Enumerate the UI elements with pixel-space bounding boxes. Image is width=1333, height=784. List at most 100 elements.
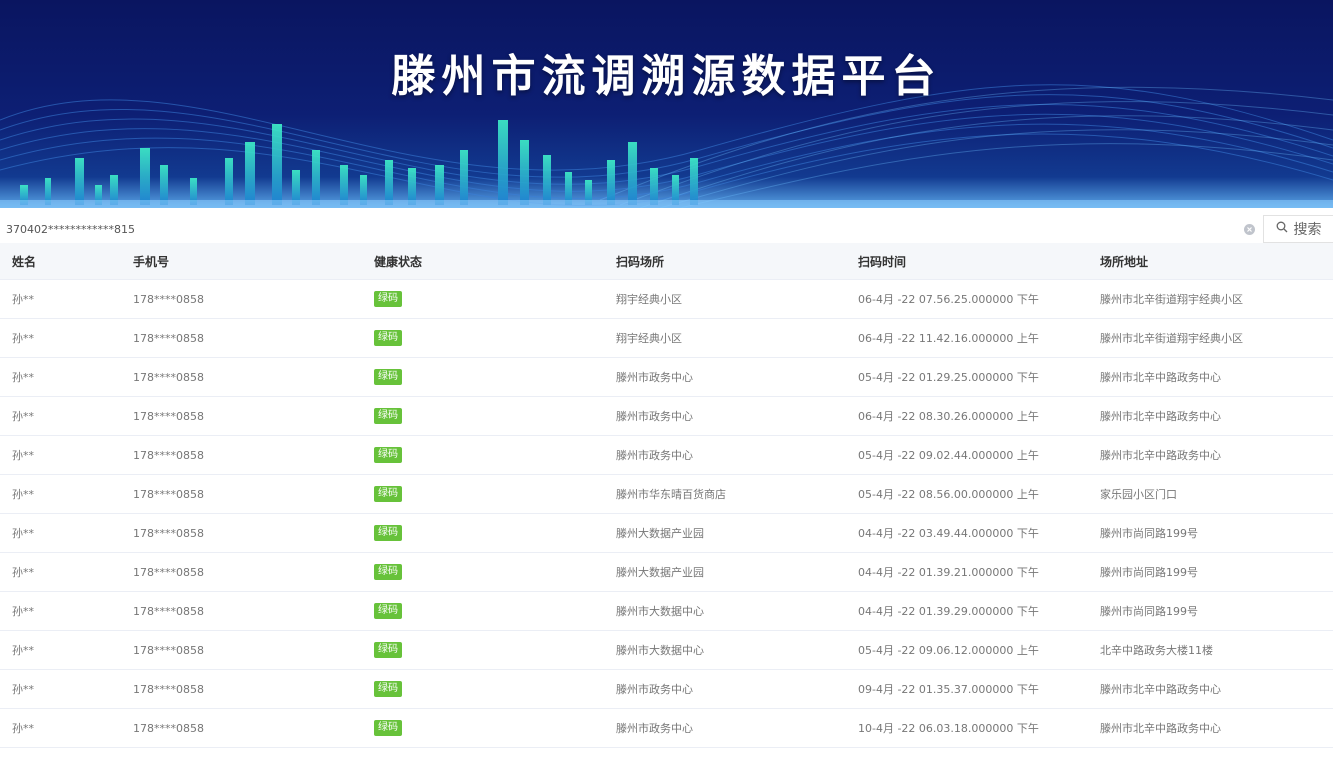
status-badge: 绿码 [374,291,402,307]
column-header-status[interactable]: 健康状态 [362,253,604,270]
cell-address: 滕州市北辛中路政务中心 [1100,371,1221,384]
cell-name: 孙** [12,644,34,657]
cell-time: 04-4月 -22 03.49.44.000000 下午 [858,527,1039,540]
status-badge: 绿码 [374,564,402,580]
table-row[interactable]: 孙** 178****0858 绿码 翔宇经典小区 06-4月 -22 07.56.25… [0,280,1333,319]
search-bar: 搜索 [0,215,1333,243]
status-badge: 绿码 [374,642,402,658]
cell-phone: 178****0858 [133,565,204,579]
table-row[interactable]: 孙** 178****0858 绿码 滕州市政务中心 05-4月 -22 09.02.4… [0,436,1333,475]
cell-time: 06-4月 -22 11.42.16.000000 上午 [858,332,1039,345]
status-badge: 绿码 [374,525,402,541]
cell-address: 滕州市尚同路199号 [1100,605,1198,618]
cell-phone: 178****0858 [133,331,204,345]
table-row[interactable]: 孙** 178****0858 绿码 滕州市政务中心 10-4月 -22 06.03.1… [0,709,1333,748]
status-badge: 绿码 [374,369,402,385]
status-badge: 绿码 [374,408,402,424]
table-row[interactable]: 孙** 178****0858 绿码 滕州市华东晴百货商店 05-4月 -22 08.5… [0,475,1333,514]
cell-phone: 178****0858 [133,682,204,696]
cell-place: 滕州市大数据中心 [616,605,704,618]
cell-status: 绿码 [362,642,604,658]
cell-address: 滕州市北辛中路政务中心 [1100,722,1221,735]
cell-status: 绿码 [362,330,604,346]
cell-place: 滕州市政务中心 [616,722,693,735]
banner-decoration [0,84,1333,208]
cell-name: 孙** [12,683,34,696]
cell-time: 05-4月 -22 01.29.25.000000 下午 [858,371,1039,384]
cell-address: 滕州市北辛街道翔宇经典小区 [1100,332,1243,345]
cell-address: 滕州市尚同路199号 [1100,566,1198,579]
cell-name: 孙** [12,332,34,345]
cell-time: 04-4月 -22 01.39.21.000000 下午 [858,566,1039,579]
cell-time: 06-4月 -22 08.30.26.000000 上午 [858,410,1039,423]
cell-address: 滕州市北辛中路政务中心 [1100,449,1221,462]
column-header-place[interactable]: 扫码场所 [604,253,846,270]
cell-time: 06-4月 -22 07.56.25.000000 下午 [858,293,1039,306]
cell-time: 10-4月 -22 06.03.18.000000 下午 [858,722,1039,735]
cell-phone: 178****0858 [133,604,204,618]
table-row[interactable]: 孙** 178****0858 绿码 滕州市政务中心 05-4月 -22 01.29.2… [0,358,1333,397]
table-row[interactable]: 孙** 178****0858 绿码 滕州大数据产业园 04-4月 -22 01.39.… [0,553,1333,592]
cell-phone: 178****0858 [133,487,204,501]
cell-phone: 178****0858 [133,448,204,462]
cell-place: 滕州市政务中心 [616,449,693,462]
records-table: 姓名 手机号 健康状态 扫码场所 扫码时间 场所地址 孙** 178****085… [0,243,1333,748]
search-button[interactable]: 搜索 [1263,215,1333,243]
cell-phone: 178****0858 [133,370,204,384]
table-row[interactable]: 孙** 178****0858 绿码 滕州市政务中心 06-4月 -22 08.30.2… [0,397,1333,436]
cell-address: 家乐园小区门口 [1100,488,1177,501]
clear-icon[interactable] [1243,223,1255,235]
cell-place: 滕州市大数据中心 [616,644,704,657]
cell-address: 滕州市尚同路199号 [1100,527,1198,540]
cell-time: 05-4月 -22 08.56.00.000000 上午 [858,488,1039,501]
cell-time: 04-4月 -22 01.39.29.000000 下午 [858,605,1039,618]
cell-status: 绿码 [362,681,604,697]
status-badge: 绿码 [374,603,402,619]
search-button-label: 搜索 [1293,222,1322,238]
cell-name: 孙** [12,527,34,540]
column-header-name[interactable]: 姓名 [0,253,121,270]
cell-status: 绿码 [362,369,604,385]
cell-name: 孙** [12,722,34,735]
search-input[interactable] [0,215,1243,243]
cell-place: 滕州市华东晴百货商店 [616,488,726,501]
cell-phone: 178****0858 [133,526,204,540]
cell-name: 孙** [12,449,34,462]
table-row[interactable]: 孙** 178****0858 绿码 滕州市政务中心 09-4月 -22 01.35.3… [0,670,1333,709]
column-header-time[interactable]: 扫码时间 [846,253,1088,270]
cell-name: 孙** [12,566,34,579]
search-icon [1276,221,1288,237]
cell-status: 绿码 [362,603,604,619]
cell-name: 孙** [12,605,34,618]
cell-place: 滕州市政务中心 [616,410,693,423]
cell-phone: 178****0858 [133,292,204,306]
table-row[interactable]: 孙** 178****0858 绿码 滕州市大数据中心 04-4月 -22 01.39.… [0,592,1333,631]
header-banner: 滕州市流调溯源数据平台 [0,0,1333,208]
cell-phone: 178****0858 [133,721,204,735]
table-row[interactable]: 孙** 178****0858 绿码 翔宇经典小区 06-4月 -22 11.42.16… [0,319,1333,358]
cell-place: 滕州大数据产业园 [616,566,704,579]
cell-phone: 178****0858 [133,409,204,423]
status-badge: 绿码 [374,330,402,346]
cell-place: 滕州大数据产业园 [616,527,704,540]
cell-phone: 178****0858 [133,643,204,657]
column-header-phone[interactable]: 手机号 [121,253,362,270]
cell-address: 滕州市北辛中路政务中心 [1100,410,1221,423]
cell-place: 滕州市政务中心 [616,683,693,696]
cell-status: 绿码 [362,525,604,541]
cell-address: 北辛中路政务大楼11楼 [1100,644,1213,657]
cell-status: 绿码 [362,408,604,424]
table-row[interactable]: 孙** 178****0858 绿码 滕州大数据产业园 04-4月 -22 03.49.… [0,514,1333,553]
cell-name: 孙** [12,293,34,306]
cell-status: 绿码 [362,291,604,307]
cell-time: 05-4月 -22 09.06.12.000000 上午 [858,644,1039,657]
cell-address: 滕州市北辛中路政务中心 [1100,683,1221,696]
cell-place: 翔宇经典小区 [616,332,682,345]
cell-place: 滕州市政务中心 [616,371,693,384]
table-row[interactable]: 孙** 178****0858 绿码 滕州市大数据中心 05-4月 -22 09.06.… [0,631,1333,670]
cell-name: 孙** [12,371,34,384]
cell-address: 滕州市北辛街道翔宇经典小区 [1100,293,1243,306]
cell-name: 孙** [12,488,34,501]
column-header-address[interactable]: 场所地址 [1088,253,1333,270]
cell-place: 翔宇经典小区 [616,293,682,306]
